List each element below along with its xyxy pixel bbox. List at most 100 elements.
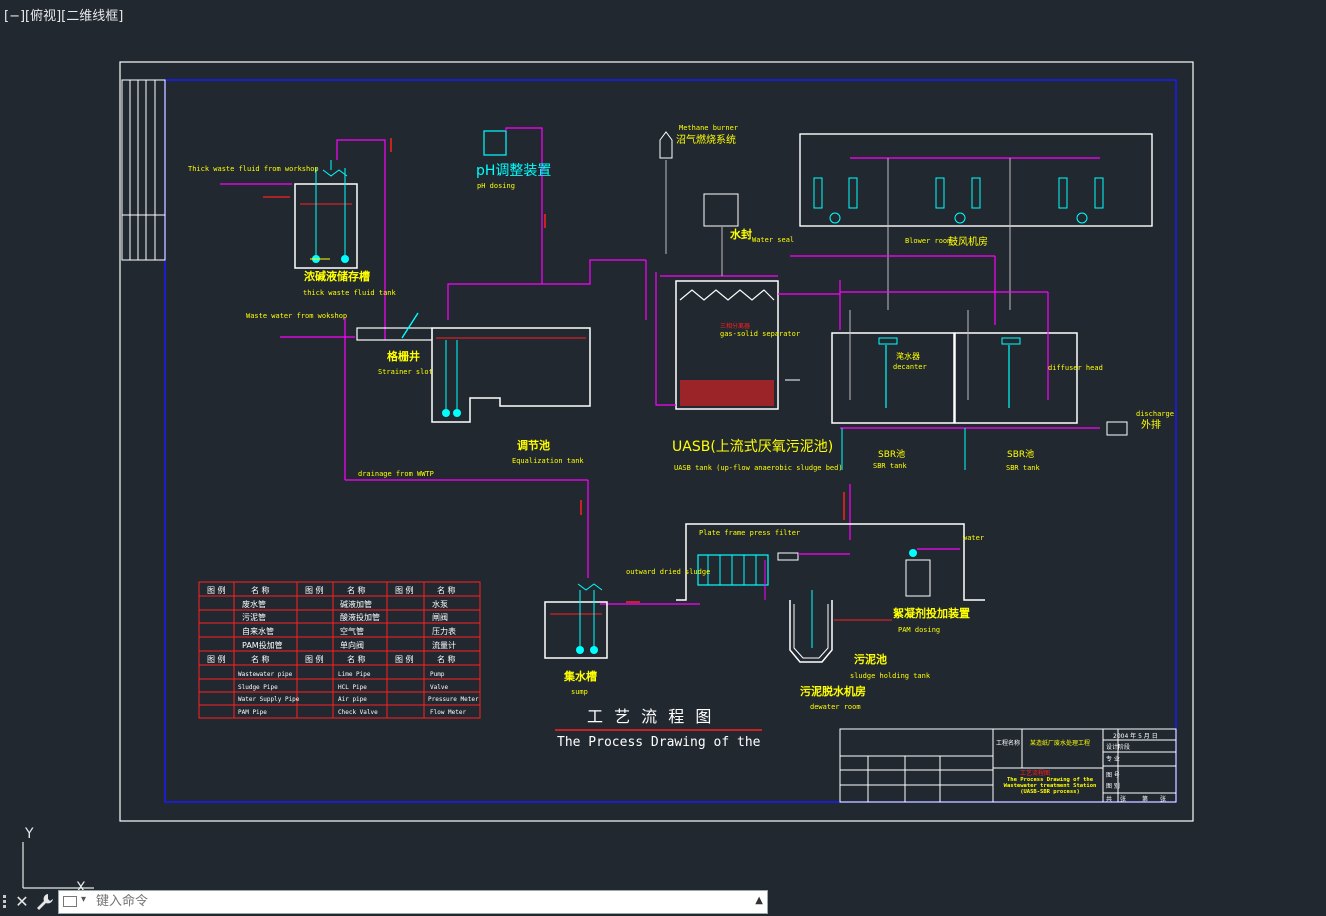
legend-header: 名 称 [251, 654, 270, 664]
chevron-up-icon[interactable]: ▲ [755, 895, 763, 906]
wrench-icon[interactable] [35, 892, 55, 912]
label-sbr2-en: SBR tank [1006, 464, 1041, 472]
sbr-tanks [831, 291, 1128, 540]
label-waste-water-from-workshop: Waste water from wokshop [246, 312, 347, 320]
label-discharge-cn: 外排 [1141, 418, 1161, 431]
tb-row: 图 号 [1106, 772, 1120, 779]
label-thick-tank-cn: 浓碱液储存槽 [304, 269, 370, 283]
label-drainage: drainage from WWTP [358, 470, 434, 478]
label-outward-sludge: outward dried sludge [626, 568, 710, 576]
legend-item: PAM投加管 [242, 640, 283, 650]
legend-item: PAM Pipe [238, 709, 267, 716]
legend-item: Lime Pipe [338, 671, 371, 678]
label-blower-en: Blower room [905, 237, 951, 245]
legend-item: 自来水管 [242, 626, 274, 636]
tb-footer: 张 [1120, 795, 1126, 803]
label-plate-frame: Plate frame press filter [699, 529, 800, 537]
binding-strip [121, 79, 166, 261]
tb-row: 专 业 [1106, 755, 1120, 763]
label-equalization-en: Equalization tank [512, 457, 584, 465]
label-sump-cn: 集水槽 [563, 669, 597, 683]
uasb-tank [645, 131, 840, 410]
tb-date: 2004 年 5 月 日 [1113, 732, 1158, 740]
legend-item: 废水管 [242, 599, 266, 609]
label-water-seal-cn: 水封 [730, 227, 752, 241]
command-line[interactable]: ▾ ▲ [58, 890, 768, 914]
legend-item: 闸阀 [432, 613, 448, 622]
tb-drawing-name-en: The Process Drawing of the Wastewater tr… [1003, 777, 1097, 795]
label-methane-en: Methane burner [679, 124, 738, 132]
legend-header: 图 例 [395, 654, 414, 664]
label-strainer-cn: 格栅井 [387, 349, 420, 363]
label-sbr2-cn: SBR池 [1007, 448, 1034, 460]
legend-item: Water Supply Pipe [238, 696, 300, 703]
label-sbr1-cn: SBR池 [878, 448, 905, 460]
legend-item: Flow Meter [430, 709, 467, 716]
tb-footer: 共 [1106, 795, 1112, 803]
tb-project-name: 某造纸厂废水处理工程 [1030, 739, 1090, 747]
chevron-down-icon[interactable]: ▾ [81, 894, 86, 905]
legend-item: 水泵 [432, 599, 448, 609]
label-methane-cn: 沼气燃烧系统 [676, 133, 736, 146]
legend-item: 流量计 [432, 640, 456, 650]
label-decanter-cn: 滗水器 [896, 351, 920, 361]
label-decanter-en: decanter [893, 363, 927, 371]
strainer-and-equalization [280, 200, 646, 578]
close-icon[interactable]: ✕ [13, 892, 31, 912]
legend-header: 图 例 [305, 654, 324, 664]
label-dewater-en: dewater room [810, 703, 861, 711]
tb-design-phase: 设计阶段 [1106, 743, 1130, 751]
legend-header: 名 称 [437, 585, 456, 595]
legend-item: Wastewater pipe [238, 671, 293, 678]
label-gas-solid-en: gas-solid separator [720, 330, 800, 338]
sump [544, 583, 608, 659]
drawing-title-en: The Process Drawing of the [557, 735, 761, 750]
label-blower-cn: 鼓风机房 [948, 235, 988, 248]
legend-item: Check Valve [338, 709, 378, 716]
legend-item: HCL Pipe [338, 684, 367, 691]
label-water: water [963, 534, 984, 542]
blower-room [790, 133, 1153, 330]
tb-drawing-name-cn: 工艺流程图 [1020, 769, 1050, 777]
label-thick-fluid-from-workshop: Thick waste fluid from workshop [188, 165, 319, 173]
legend-item: 酸液投加管 [340, 612, 380, 622]
label-discharge-en: discharge [1136, 410, 1174, 418]
label-pam-cn: 絮凝剂投加装置 [893, 606, 970, 620]
legend-entries-en: Wastewater pipe Lime Pipe Pump Sludge Pi… [238, 671, 479, 716]
legend-header: 图 例 [207, 585, 226, 595]
legend-header: 名 称 [347, 585, 366, 595]
tb-project-label: 工程名称 [996, 739, 1020, 747]
legend-item: Valve [430, 684, 448, 691]
label-sump-en: sump [571, 688, 588, 696]
label-sludge-tank-cn: 污泥池 [854, 652, 887, 666]
drawing-canvas[interactable]: Thick waste fluid from workshop 浓碱液储存槽 t… [0, 0, 1326, 916]
legend-item: Pump [430, 671, 445, 678]
command-input[interactable] [96, 894, 696, 909]
label-uasb-cn: UASB(上流式厌氧污泥池) [672, 439, 833, 455]
label-water-seal-en: Water seal [752, 236, 794, 244]
legend-item: 碱液加管 [340, 599, 372, 609]
command-bar-grip[interactable] [3, 895, 8, 911]
legend-header: 图 例 [395, 585, 414, 595]
ucs-y-label: Y [24, 826, 34, 842]
label-gas-solid-cn: 三相分离器 [720, 322, 750, 330]
tb-footer: 张 [1160, 795, 1166, 803]
label-diffuser-en: diffuser head [1048, 364, 1103, 372]
label-ph-en: pH dosing [477, 182, 515, 190]
terminal-icon[interactable] [63, 896, 77, 907]
label-thick-tank-en: thick waste fluid tank [303, 289, 397, 297]
dewater-room [600, 523, 985, 663]
legend-item: 空气管 [340, 626, 364, 636]
label-strainer-en: Strainer slot [378, 368, 433, 376]
label-pam-en: PAM dosing [898, 626, 940, 634]
legend-item: 污泥管 [242, 612, 266, 622]
tb-row: 图 别 [1106, 782, 1120, 790]
legend-item: Sludge Pipe [238, 684, 278, 691]
label-uasb-en: UASB tank (up-flow anaerobic sludge bed) [674, 464, 843, 472]
legend-item: Pressure Meter [428, 696, 479, 703]
legend-item: 压力表 [432, 626, 456, 636]
label-sludge-tank-en: sludge holding tank [850, 672, 931, 680]
legend-header: 名 称 [251, 585, 270, 595]
label-dewater-cn: 污泥脱水机房 [800, 684, 866, 698]
legend-header: 图 例 [207, 654, 226, 664]
